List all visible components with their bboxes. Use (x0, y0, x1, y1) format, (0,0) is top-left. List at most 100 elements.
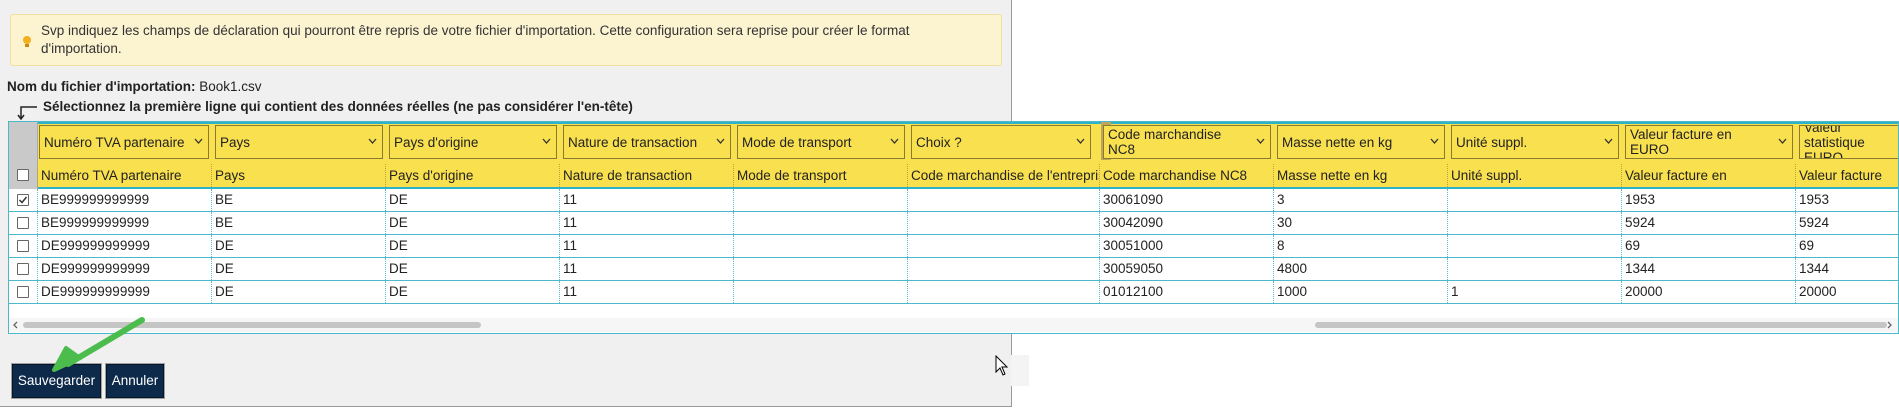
annotation-arrow (52, 317, 145, 372)
table-cell (907, 189, 1099, 211)
table-cell: 30061090 (1099, 189, 1273, 211)
mapping-dropdown-label: Valeur facture en EURO (1630, 127, 1732, 157)
table-cell: 11 (559, 212, 733, 234)
scroll-left-icon[interactable] (11, 320, 21, 330)
table-cell: 11 (559, 235, 733, 257)
table-row[interactable]: DE999999999999 DE DE 11 30051000 8 69 69 (9, 235, 1898, 258)
file-header-cell: Masse nette en kg (1273, 164, 1447, 187)
mapping-dropdown[interactable]: Unité suppl. (1451, 125, 1619, 159)
table-row[interactable]: DE999999999999 DE DE 11 01012100 1000 1 20000 20… (9, 281, 1898, 304)
chevron-down-icon (194, 138, 203, 144)
table-cell: 69 (1621, 235, 1795, 257)
table-cell: DE (385, 212, 559, 234)
table-cell: DE (211, 281, 385, 303)
table-cell: BE999999999999 (37, 189, 211, 211)
table-cell: 3 (1273, 189, 1447, 211)
table-cell: 1000 (1273, 281, 1447, 303)
table-cell (1447, 258, 1621, 280)
cursor-backdrop (1011, 355, 1029, 386)
table-row[interactable]: BE999999999999 BE DE 11 30042090 30 5924 5924 (9, 212, 1898, 235)
table-cell: 8 (1273, 235, 1447, 257)
chevron-down-icon (1256, 138, 1265, 144)
table-cell (907, 258, 1099, 280)
table-cell (907, 281, 1099, 303)
table-cell: DE (385, 258, 559, 280)
scrollbar-thumb-right[interactable] (1315, 322, 1887, 328)
corner-arrow-icon (17, 106, 37, 120)
table-cell: 11 (559, 281, 733, 303)
table-cell: 69 (1795, 235, 1898, 257)
table-cell: BE999999999999 (37, 212, 211, 234)
table-row[interactable]: BE999999999999 BE DE 11 30061090 3 1953 1953 (9, 189, 1898, 212)
info-banner: Svp indiquez les champs de déclaration q… (10, 14, 1002, 66)
row-checkbox[interactable] (17, 286, 29, 298)
file-name-value: Book1.csv (199, 79, 262, 94)
info-text: Svp indiquez les champs de déclaration q… (41, 23, 910, 56)
file-name-label: Nom du fichier d'importation: (7, 79, 196, 94)
chevron-down-icon (1604, 138, 1613, 144)
table-cell: 20000 (1795, 281, 1898, 303)
table-cell (733, 281, 907, 303)
table-cell: 30 (1273, 212, 1447, 234)
file-header-cell: Valeur facture en (1621, 164, 1795, 187)
table-cell (907, 235, 1099, 257)
mapping-dropdown[interactable]: Masse nette en kg (1277, 125, 1445, 159)
instruction-line: Sélectionnez la première ligne qui conti… (16, 99, 633, 120)
row-checkbox[interactable] (17, 217, 29, 229)
table-cell: 1344 (1621, 258, 1795, 280)
table-cell (1447, 212, 1621, 234)
file-header-cell: Pays d'origine (385, 164, 559, 187)
mapping-dropdown[interactable]: Pays (215, 125, 383, 159)
file-header-cell: Code marchandise de l'entreprise (907, 164, 1099, 187)
mapping-dropdown[interactable]: Code marchandise NC8 (1103, 125, 1271, 159)
checkmark-icon (18, 196, 28, 204)
table-cell: 11 (559, 189, 733, 211)
mapping-dropdown-label: Pays d'origine (394, 134, 479, 150)
mapping-dropdown[interactable]: Nature de transaction (563, 125, 731, 159)
table-cell (907, 212, 1099, 234)
table-cell: 1 (1447, 281, 1621, 303)
mapping-dropdown[interactable]: Valeur statistique EURO (1799, 125, 1898, 159)
row-checkbox[interactable] (17, 240, 29, 252)
lightbulb-icon (23, 36, 31, 47)
scroll-right-icon[interactable] (1884, 320, 1894, 330)
chevron-down-icon (890, 138, 899, 144)
mapping-dropdown-label: Unité suppl. (1456, 134, 1528, 150)
row-checkbox[interactable] (17, 194, 29, 206)
row-checkbox[interactable] (17, 263, 29, 275)
table-row[interactable]: DE999999999999 DE DE 11 30059050 4800 1344 1344 (9, 258, 1898, 281)
chevron-down-icon (542, 138, 551, 144)
mapping-dropdown-label: Mode de transport (742, 134, 852, 150)
mapping-dropdown[interactable]: Valeur facture en EURO (1625, 125, 1793, 159)
data-grid: Numéro TVA partenaire Pays Pays d'origine N… (8, 121, 1899, 334)
mapping-dropdown[interactable]: Pays d'origine (389, 125, 557, 159)
file-name-line: Nom du fichier d'importation: Book1.csv (7, 79, 262, 94)
table-cell: 1953 (1795, 189, 1898, 211)
file-header-cell: Mode de transport (733, 164, 907, 187)
mouse-cursor-icon (995, 355, 1009, 376)
mapping-dropdown[interactable]: Mode de transport (737, 125, 905, 159)
table-cell (733, 235, 907, 257)
table-cell: BE (211, 189, 385, 211)
table-cell: 30042090 (1099, 212, 1273, 234)
table-cell (733, 258, 907, 280)
horizontal-scrollbar[interactable] (9, 318, 1898, 332)
mapping-dropdown-label: Code marchandise NC8 (1108, 127, 1222, 157)
table-cell: 30051000 (1099, 235, 1273, 257)
chevron-down-icon (716, 138, 725, 144)
mapping-dropdown[interactable]: Choix ? (911, 125, 1091, 159)
table-cell: DE (211, 235, 385, 257)
table-cell: 01012100 (1099, 281, 1273, 303)
table-cell: 5924 (1621, 212, 1795, 234)
table-cell (733, 212, 907, 234)
chevron-down-icon (1076, 138, 1085, 144)
chevron-down-icon (368, 138, 377, 144)
file-header-cell: Pays (211, 164, 385, 187)
mapping-dropdown[interactable]: Numéro TVA partenaire (39, 125, 209, 159)
header-row-checkbox[interactable] (17, 169, 29, 181)
chevron-down-icon (1778, 138, 1787, 144)
table-cell: 1953 (1621, 189, 1795, 211)
mapping-dropdown-label: Numéro TVA partenaire (44, 134, 185, 150)
file-header-cell: Valeur facture (1795, 164, 1898, 187)
table-cell: DE (211, 258, 385, 280)
